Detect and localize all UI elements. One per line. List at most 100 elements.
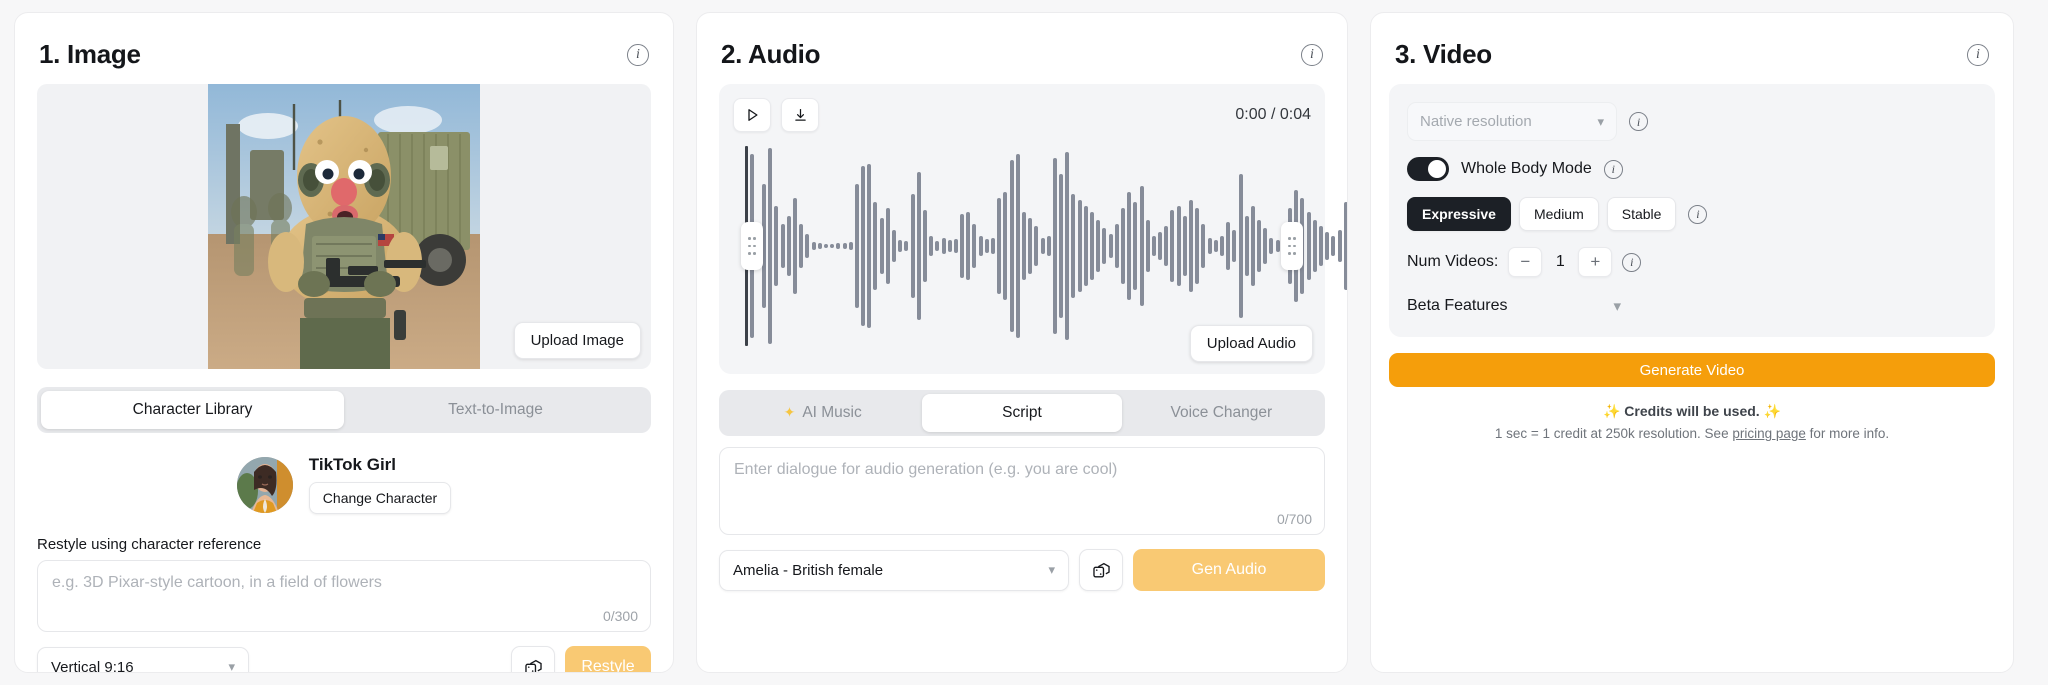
waveform-bar — [1052, 158, 1057, 334]
waveform-bar — [1263, 228, 1268, 264]
expressiveness-stable[interactable]: Stable — [1606, 197, 1677, 231]
waveform-card: 0:00 / 0:04 Upload Audio — [719, 84, 1347, 374]
voice-value: Amelia - British female — [733, 561, 884, 579]
avatar — [236, 456, 293, 513]
dice-icon — [1092, 562, 1110, 578]
restyle-counter: 0/300 — [602, 608, 638, 624]
image-panel-header: 1. Image i — [15, 13, 673, 80]
num-videos-decrement[interactable]: − — [1508, 247, 1543, 277]
randomize-voice-button[interactable] — [1079, 549, 1123, 591]
video-title: 3. Video — [1395, 39, 1492, 69]
waveform-bar — [1182, 216, 1187, 276]
restyle-button[interactable]: Restyle — [565, 646, 651, 672]
waveform-bar — [1306, 212, 1311, 280]
tab-script[interactable]: Script — [922, 394, 1122, 432]
trim-handle-right[interactable] — [1281, 222, 1303, 270]
info-icon[interactable]: i — [1301, 43, 1323, 66]
waveform-bar — [1009, 160, 1014, 332]
resolution-select[interactable]: Native resolution ▾ — [1407, 102, 1617, 141]
whole-body-toggle[interactable] — [1407, 157, 1449, 181]
waveform-bar — [1065, 152, 1070, 340]
waveform-bar — [1071, 194, 1076, 298]
num-videos-label: Num Videos: — [1407, 253, 1499, 270]
tab-text-to-image[interactable]: Text-to-Image — [344, 391, 647, 429]
num-videos-row: Num Videos: − 1 + i — [1407, 247, 1977, 277]
chevron-down-icon: ▾ — [1597, 113, 1604, 129]
change-character-button[interactable]: Change Character — [308, 482, 452, 514]
pricing-page-link[interactable]: pricing page — [1732, 426, 1806, 441]
waveform-bar — [929, 236, 934, 256]
waveform-bar — [910, 194, 915, 298]
waveform-bar — [1040, 238, 1045, 254]
video-settings-card: Native resolution ▾ i Whole Body Mode i … — [1389, 84, 1995, 337]
script-input[interactable]: Enter dialogue for audio generation (e.g… — [719, 447, 1325, 535]
waveform-bar — [978, 236, 983, 256]
script-placeholder: Enter dialogue for audio generation (e.g… — [734, 461, 1118, 478]
chevron-down-icon: ▾ — [1613, 298, 1622, 315]
download-button[interactable] — [781, 98, 819, 132]
tab-ai-music[interactable]: ✦ AI Music — [723, 394, 922, 432]
waveform-bar — [1337, 230, 1342, 262]
waveform-bar — [885, 208, 890, 284]
audio-actions-row: Amelia - British female ▾ Gen Audio — [719, 549, 1325, 591]
aspect-ratio-select[interactable]: Vertical 9:16 ▾ — [37, 646, 249, 673]
expressiveness-medium[interactable]: Medium — [1518, 197, 1599, 231]
resolution-info-icon[interactable]: i — [1629, 112, 1648, 131]
upload-audio-button[interactable]: Upload Audio — [1189, 325, 1313, 362]
waveform-bar — [1201, 224, 1206, 268]
waveform-bar — [1189, 200, 1193, 292]
gen-audio-button[interactable]: Gen Audio — [1133, 549, 1325, 591]
voice-select[interactable]: Amelia - British female ▾ — [719, 549, 1069, 591]
image-source-tabs: Character Library Text-to-Image — [37, 387, 651, 433]
waveform-bar — [811, 242, 816, 250]
restyle-prompt-input[interactable]: e.g. 3D Pixar-style cartoon, in a field … — [37, 560, 651, 632]
play-button[interactable] — [733, 98, 771, 132]
tab-ai-music-label: AI Music — [802, 404, 862, 421]
num-videos-info-icon[interactable]: i — [1622, 252, 1642, 272]
info-icon[interactable]: i — [627, 43, 649, 66]
character-row: TikTok Girl Change Character — [15, 455, 673, 514]
info-icon[interactable]: i — [1967, 43, 1989, 66]
expressiveness-info-icon[interactable]: i — [1688, 204, 1708, 224]
waveform-bar — [1176, 206, 1181, 286]
waveform-bar — [836, 243, 841, 249]
waveform-bar — [1343, 202, 1347, 290]
tab-character-library[interactable]: Character Library — [41, 391, 344, 429]
credits-prefix: 1 sec = 1 credit at 250k resolution. See — [1494, 426, 1733, 441]
waveform-bar — [1275, 240, 1280, 252]
waveform-bar — [1120, 208, 1125, 284]
video-panel: 3. Video i Native resolution ▾ i Whole B… — [1370, 12, 2014, 673]
waveform-bar — [1325, 232, 1330, 260]
expressiveness-expressive[interactable]: Expressive — [1407, 197, 1511, 231]
expressiveness-row: Expressive Medium Stable i — [1407, 197, 1977, 231]
trim-handle-left[interactable] — [741, 222, 763, 270]
randomize-style-button[interactable] — [511, 646, 555, 672]
num-videos-value: 1 — [1555, 253, 1565, 270]
waveform-bar — [1170, 210, 1175, 282]
waveform-bar — [916, 172, 921, 320]
character-info: TikTok Girl Change Character — [308, 455, 452, 514]
chevron-down-icon: ▾ — [1048, 562, 1055, 577]
waveform-bar — [953, 239, 958, 253]
waveform-bar — [817, 243, 822, 249]
whole-body-info-icon[interactable]: i — [1603, 159, 1623, 179]
image-preview-stage: Upload Image — [37, 84, 651, 369]
waveform[interactable] — [733, 146, 1347, 346]
beta-features-toggle[interactable]: Beta Features ▾ — [1407, 297, 1977, 315]
tab-voice-changer[interactable]: Voice Changer — [1122, 394, 1321, 432]
waveform-bar — [879, 218, 884, 274]
restyle-placeholder: e.g. 3D Pixar-style cartoon, in a field … — [52, 574, 382, 591]
waveform-bar — [1028, 218, 1033, 274]
num-videos-increment[interactable]: + — [1578, 247, 1613, 277]
waveform-bar — [947, 240, 952, 252]
chevron-down-icon: ▾ — [228, 659, 235, 673]
waveform-bar — [898, 240, 903, 252]
resolution-row: Native resolution ▾ i — [1407, 102, 1977, 141]
waveform-bar — [1127, 192, 1132, 300]
waveform-bar — [966, 212, 971, 280]
waveform-bar — [960, 214, 965, 278]
waveform-bar — [1059, 174, 1064, 318]
waveform-bar — [861, 166, 866, 326]
generate-video-button[interactable]: Generate Video — [1389, 353, 1995, 387]
upload-image-button[interactable]: Upload Image — [513, 322, 641, 359]
